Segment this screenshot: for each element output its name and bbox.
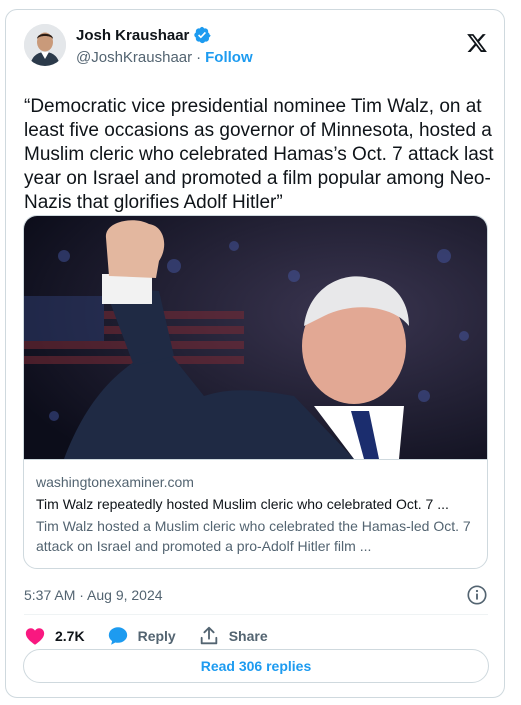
author-handle[interactable]: @JoshKraushaar (76, 49, 192, 66)
share-upload-icon (200, 626, 217, 645)
follow-button[interactable]: Follow (205, 49, 253, 66)
tweet-embed-card: Josh Kraushaar @JoshKraushaar · Follow “… (5, 9, 505, 698)
share-button[interactable]: Share (198, 625, 268, 647)
speaker-photo (24, 216, 487, 459)
x-logo-icon[interactable] (466, 32, 488, 54)
separator-dot: · (196, 49, 202, 66)
link-preview-meta[interactable]: washingtonexaminer.com Tim Walz repeated… (24, 459, 487, 568)
reply-label: Reply (137, 628, 176, 644)
tweet-text: “Democratic vice presidential nominee Ti… (24, 96, 494, 213)
avatar-image (24, 24, 66, 66)
divider (24, 614, 488, 615)
tweet-header: Josh Kraushaar @JoshKraushaar · Follow (24, 24, 488, 72)
like-button[interactable]: 2.7K (24, 625, 85, 647)
reply-button[interactable]: Reply (107, 625, 176, 647)
link-description: Tim Walz hosted a Muslim cleric who cele… (36, 518, 471, 554)
verified-badge-icon (194, 26, 211, 44)
avatar[interactable] (24, 24, 66, 66)
link-preview-image[interactable] (24, 216, 487, 459)
info-icon[interactable] (466, 584, 488, 606)
tweet-timestamp[interactable]: 5:37 AM · Aug 9, 2024 (24, 587, 163, 603)
author-info: Josh Kraushaar @JoshKraushaar · Follow (76, 26, 253, 67)
speech-bubble-icon (108, 627, 127, 645)
link-title: Tim Walz repeatedly hosted Muslim cleric… (36, 496, 449, 512)
heart-icon (25, 628, 45, 645)
like-count: 2.7K (55, 628, 85, 644)
share-label: Share (228, 628, 268, 644)
author-display-name[interactable]: Josh Kraushaar (76, 27, 189, 44)
read-replies-button[interactable]: Read 306 replies (23, 649, 489, 683)
link-domain: washingtonexaminer.com (36, 474, 194, 490)
tweet-actions: 2.7K Reply Share (24, 620, 290, 652)
link-preview-card[interactable]: washingtonexaminer.com Tim Walz repeated… (23, 215, 488, 569)
